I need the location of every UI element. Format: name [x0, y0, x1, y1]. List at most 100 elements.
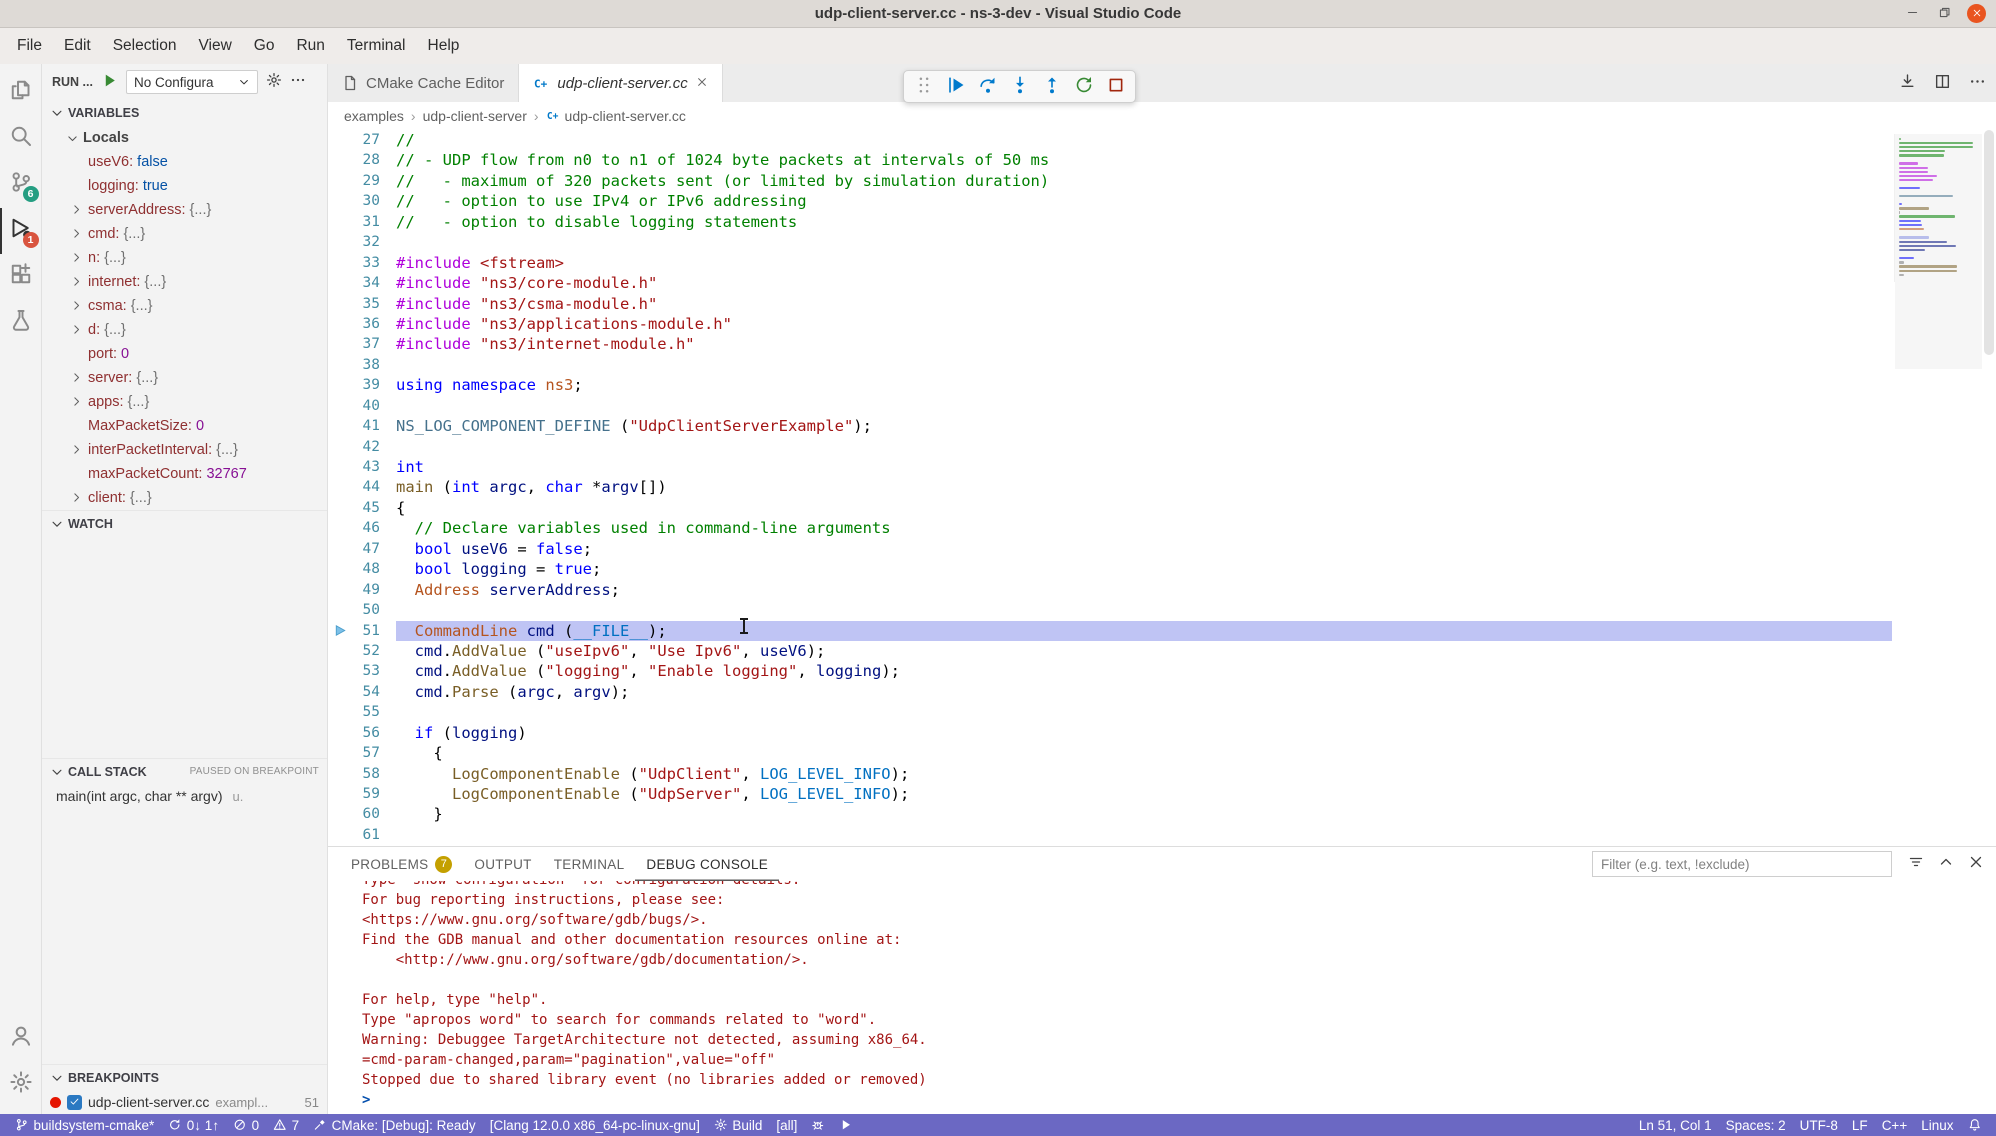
code-line[interactable]: 46 // Declare variables used in command-…	[328, 518, 1892, 538]
tab-cmake-cache-editor[interactable]: CMake Cache Editor	[328, 64, 519, 102]
variable-row[interactable]: useV6: false	[42, 150, 327, 174]
code-line[interactable]: 44main (int argc, char *argv[])	[328, 477, 1892, 497]
variable-row[interactable]: n: {...}	[42, 246, 327, 270]
views-more-actions-button[interactable]	[290, 72, 306, 92]
code-line[interactable]: 52 cmd.AddValue ("useIpv6", "Use Ipv6", …	[328, 641, 1892, 661]
status-eol[interactable]: LF	[1845, 1114, 1875, 1136]
variables-section-header[interactable]: VARIABLES	[42, 100, 327, 126]
source-control-view-button[interactable]: 6	[0, 162, 42, 208]
line-number[interactable]: 55	[328, 702, 396, 722]
line-number[interactable]: 47	[328, 539, 396, 559]
code-line[interactable]: 28// - UDP flow from n0 to n1 of 1024 by…	[328, 150, 1892, 170]
status-errors[interactable]: 0	[226, 1114, 266, 1136]
breakpoints-section-header[interactable]: BREAKPOINTS	[42, 1064, 327, 1090]
expand-icon[interactable]	[70, 371, 83, 388]
line-number[interactable]: 37	[328, 334, 396, 354]
stack-frame-row[interactable]: main(int argc, char ** argv) u.	[42, 784, 327, 808]
watch-section-header[interactable]: WATCH	[42, 510, 327, 536]
continue-button[interactable]	[943, 74, 968, 99]
line-number[interactable]: 44	[328, 477, 396, 497]
menu-item-go[interactable]: Go	[243, 28, 286, 64]
breadcrumb-item[interactable]: C+udp-client-server.cc	[546, 108, 686, 125]
status-sync[interactable]: 0↓ 1↑	[161, 1114, 226, 1136]
breakpoint-row[interactable]: udp-client-server.cc exampl... 51	[42, 1090, 327, 1114]
line-number[interactable]: 61	[328, 825, 396, 845]
status-launch-target[interactable]	[832, 1114, 860, 1136]
code-line[interactable]: 56 if (logging)	[328, 723, 1892, 743]
breadcrumb-item[interactable]: udp-client-server	[423, 108, 527, 124]
debug-settings-button[interactable]	[266, 72, 282, 92]
panel-tab-terminal[interactable]: TERMINAL	[543, 847, 636, 881]
line-number[interactable]: 33	[328, 253, 396, 273]
expand-icon[interactable]	[70, 203, 83, 220]
code-line[interactable]: 30// - option to use IPv4 or IPv6 addres…	[328, 191, 1892, 211]
expand-icon[interactable]	[70, 299, 83, 316]
line-number[interactable]: 57	[328, 743, 396, 763]
maximize-panel-button[interactable]	[1938, 854, 1954, 874]
line-number[interactable]: 54	[328, 682, 396, 702]
tab-udp-client-server[interactable]: C+ udp-client-server.cc	[519, 64, 722, 102]
console-filter-input[interactable]	[1592, 851, 1892, 877]
menu-item-help[interactable]: Help	[417, 28, 471, 64]
code-line[interactable]: 47 bool useV6 = false;	[328, 539, 1892, 559]
variable-row[interactable]: interPacketInterval: {...}	[42, 438, 327, 462]
code-line[interactable]: 37#include "ns3/internet-module.h"	[328, 334, 1892, 354]
expand-icon[interactable]	[70, 227, 83, 244]
status-cmake-kit[interactable]: [Clang 12.0.0 x86_64-pc-linux-gnu]	[483, 1114, 707, 1136]
code-line[interactable]: 29// - maximum of 320 packets sent (or l…	[328, 171, 1892, 191]
line-number[interactable]: 58	[328, 764, 396, 784]
split-editor-button[interactable]	[1934, 73, 1951, 94]
menu-item-edit[interactable]: Edit	[53, 28, 102, 64]
line-number[interactable]: 31	[328, 212, 396, 232]
variable-row[interactable]: MaxPacketSize: 0	[42, 414, 327, 438]
variable-row[interactable]: client: {...}	[42, 486, 327, 510]
breakpoint-checkbox[interactable]	[67, 1095, 82, 1110]
code-line[interactable]: 58 LogComponentEnable ("UdpClient", LOG_…	[328, 764, 1892, 784]
line-number[interactable]: 35	[328, 294, 396, 314]
close-button[interactable]	[1967, 4, 1986, 23]
status-warnings[interactable]: 7	[266, 1114, 306, 1136]
code-line[interactable]: 43int	[328, 457, 1892, 477]
line-number[interactable]: 40	[328, 396, 396, 416]
code-editor[interactable]: 27//28// - UDP flow from n0 to n1 of 102…	[328, 130, 1996, 846]
status-git-branch[interactable]: buildsystem-cmake*	[8, 1114, 161, 1136]
open-changes-button[interactable]	[1899, 73, 1916, 94]
code-line[interactable]: 33#include <fstream>	[328, 253, 1892, 273]
debug-console[interactable]: Type "show configuration" for configurat…	[328, 881, 1996, 1114]
line-number[interactable]: 59	[328, 784, 396, 804]
status-notifications[interactable]	[1961, 1114, 1989, 1136]
account-button[interactable]	[0, 1016, 42, 1062]
line-number[interactable]: 36	[328, 314, 396, 334]
code-line[interactable]: 48 bool logging = true;	[328, 559, 1892, 579]
line-number[interactable]: 49	[328, 580, 396, 600]
status-cmake-status[interactable]: CMake: [Debug]: Ready	[306, 1114, 483, 1136]
line-number[interactable]: 29	[328, 171, 396, 191]
panel-tab-output[interactable]: OUTPUT	[463, 847, 542, 881]
expand-icon[interactable]	[70, 395, 83, 412]
code-line[interactable]: 53 cmd.AddValue ("logging", "Enable logg…	[328, 661, 1892, 681]
status-platform[interactable]: Linux	[1914, 1114, 1960, 1136]
line-number[interactable]: 42	[328, 437, 396, 457]
search-view-button[interactable]	[0, 116, 42, 162]
tab-close-button[interactable]	[696, 75, 708, 92]
settings-button[interactable]	[0, 1062, 42, 1108]
console-prompt[interactable]: >	[362, 1090, 1996, 1110]
line-number[interactable]: 50	[328, 600, 396, 620]
menu-item-file[interactable]: File	[6, 28, 53, 64]
minimap-slider[interactable]	[1895, 134, 1982, 369]
expand-icon[interactable]	[70, 491, 83, 508]
code-line[interactable]: 57 {	[328, 743, 1892, 763]
expand-icon[interactable]	[70, 251, 83, 268]
editor-scrollbar[interactable]	[1982, 130, 1996, 846]
testing-view-button[interactable]	[0, 300, 42, 346]
line-number[interactable]: 56	[328, 723, 396, 743]
variable-row[interactable]: port: 0	[42, 342, 327, 366]
filter-button[interactable]	[1908, 854, 1924, 874]
status-build-target[interactable]: [all]	[769, 1114, 804, 1136]
panel-tab-problems[interactable]: PROBLEMS7	[340, 847, 463, 881]
code-line[interactable]: 39using namespace ns3;	[328, 375, 1892, 395]
code-line[interactable]: 40	[328, 396, 1892, 416]
explorer-view-button[interactable]	[0, 70, 42, 116]
status-indentation[interactable]: Spaces: 2	[1719, 1114, 1793, 1136]
code-line[interactable]: 32	[328, 232, 1892, 252]
